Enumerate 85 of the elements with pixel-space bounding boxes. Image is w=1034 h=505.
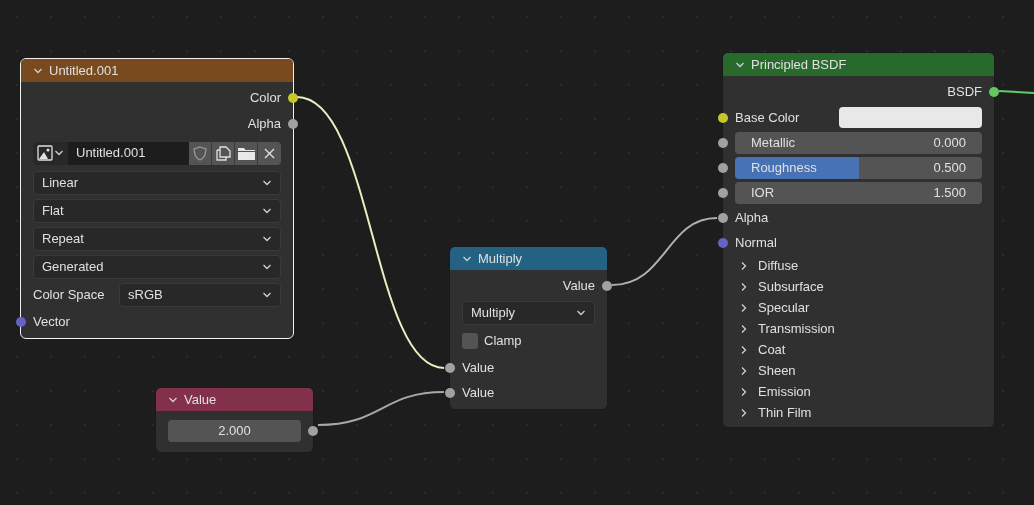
socket-icon[interactable] bbox=[445, 362, 455, 373]
chevron-down-icon bbox=[262, 234, 272, 244]
image-browse-button[interactable] bbox=[33, 141, 68, 165]
socket-icon[interactable] bbox=[718, 112, 728, 123]
socket-icon[interactable] bbox=[718, 162, 728, 173]
socket-icon[interactable] bbox=[989, 87, 999, 97]
socket-label: Value bbox=[462, 358, 495, 377]
dropdown[interactable]: Flat bbox=[33, 199, 281, 223]
socket-label: Alpha bbox=[247, 115, 281, 134]
socket-label: Color bbox=[249, 89, 281, 108]
socket-icon[interactable] bbox=[718, 212, 728, 223]
dropdown[interactable]: Multiply bbox=[462, 301, 595, 325]
dropdown[interactable]: Generated bbox=[33, 255, 281, 279]
close-button[interactable] bbox=[258, 141, 281, 165]
socket-icon[interactable] bbox=[288, 119, 298, 129]
node-title: Untitled.001 bbox=[49, 61, 119, 80]
chevron-down-icon bbox=[262, 178, 272, 188]
slider[interactable]: Metallic 0.000 bbox=[735, 131, 982, 154]
socket-label: BSDF bbox=[947, 83, 982, 102]
panel-toggle[interactable]: Coat bbox=[739, 339, 786, 360]
node-header[interactable]: Untitled.001 bbox=[21, 59, 293, 82]
chevron-right-icon bbox=[739, 386, 749, 397]
socket-icon[interactable] bbox=[445, 387, 455, 398]
chevron-right-icon bbox=[739, 344, 749, 355]
node-header[interactable]: Principled BSDF bbox=[723, 53, 994, 76]
chevron-right-icon bbox=[739, 407, 749, 418]
socket-label: Value bbox=[462, 383, 495, 402]
chevron-right-icon bbox=[739, 323, 749, 334]
chevron-down-icon bbox=[262, 262, 272, 272]
folder-icon bbox=[237, 146, 255, 160]
duplicate-button[interactable] bbox=[212, 141, 235, 165]
image-name-field[interactable]: Untitled.001 bbox=[68, 141, 189, 165]
slider-value: 1.500 bbox=[933, 183, 966, 202]
slider[interactable]: Roughness 0.500 bbox=[735, 156, 982, 179]
panel-toggle[interactable]: Diffuse bbox=[739, 255, 799, 276]
socket-label: Vector bbox=[33, 312, 70, 331]
socket-icon[interactable] bbox=[308, 426, 318, 436]
fake-user-button[interactable] bbox=[189, 141, 212, 165]
panel-toggle[interactable]: Thin Film bbox=[739, 402, 812, 423]
panel-toggle[interactable]: Emission bbox=[739, 381, 811, 402]
socket-icon[interactable] bbox=[718, 187, 728, 198]
copy-icon bbox=[215, 145, 231, 161]
panel-toggle[interactable]: Sheen bbox=[739, 360, 796, 381]
socket-icon[interactable] bbox=[602, 281, 612, 291]
chevron-down-icon bbox=[54, 148, 64, 158]
node-header[interactable]: Multiply bbox=[450, 247, 607, 270]
node-title: Multiply bbox=[478, 249, 523, 268]
open-file-button[interactable] bbox=[235, 141, 258, 165]
number-field[interactable]: 2.000 bbox=[168, 420, 301, 442]
socket-label: Value bbox=[562, 277, 595, 296]
slider-label: IOR bbox=[751, 183, 775, 202]
panel-toggle[interactable]: Transmission bbox=[739, 318, 835, 339]
dropdown[interactable]: sRGB bbox=[119, 283, 281, 307]
socket-label: Base Color bbox=[735, 108, 801, 127]
color-swatch[interactable] bbox=[839, 107, 982, 128]
slider-value: 0.000 bbox=[933, 133, 966, 152]
node-header[interactable]: Value bbox=[156, 388, 313, 411]
socket-label: Normal bbox=[735, 233, 777, 252]
node-title: Principled BSDF bbox=[751, 55, 847, 74]
chevron-right-icon bbox=[739, 281, 749, 292]
slider-label: Roughness bbox=[751, 158, 817, 177]
checkbox[interactable] bbox=[462, 333, 478, 349]
chevron-down-icon bbox=[576, 308, 586, 318]
chevron-right-icon bbox=[739, 365, 749, 376]
socket-icon[interactable] bbox=[288, 93, 298, 103]
socket-icon[interactable] bbox=[718, 137, 728, 148]
close-icon bbox=[264, 147, 275, 159]
chevron-down-icon bbox=[262, 290, 272, 300]
slider-label: Metallic bbox=[751, 133, 796, 152]
field-label: Color Space bbox=[33, 286, 106, 305]
node-title: Value bbox=[184, 390, 217, 409]
chevron-down-icon bbox=[262, 206, 272, 216]
chevron-right-icon bbox=[739, 302, 749, 313]
panel-toggle[interactable]: Specular bbox=[739, 297, 810, 318]
number-field[interactable]: IOR 1.500 bbox=[735, 181, 982, 204]
dropdown[interactable]: Linear bbox=[33, 171, 281, 195]
shield-icon bbox=[193, 145, 207, 161]
chevron-right-icon bbox=[739, 260, 749, 271]
image-icon bbox=[37, 145, 53, 161]
node-link bbox=[998, 90, 1034, 94]
socket-label: Alpha bbox=[735, 208, 769, 227]
checkbox-label: Clamp bbox=[484, 332, 522, 351]
slider-value: 0.500 bbox=[933, 158, 966, 177]
panel-toggle[interactable]: Subsurface bbox=[739, 276, 824, 297]
dropdown[interactable]: Repeat bbox=[33, 227, 281, 251]
